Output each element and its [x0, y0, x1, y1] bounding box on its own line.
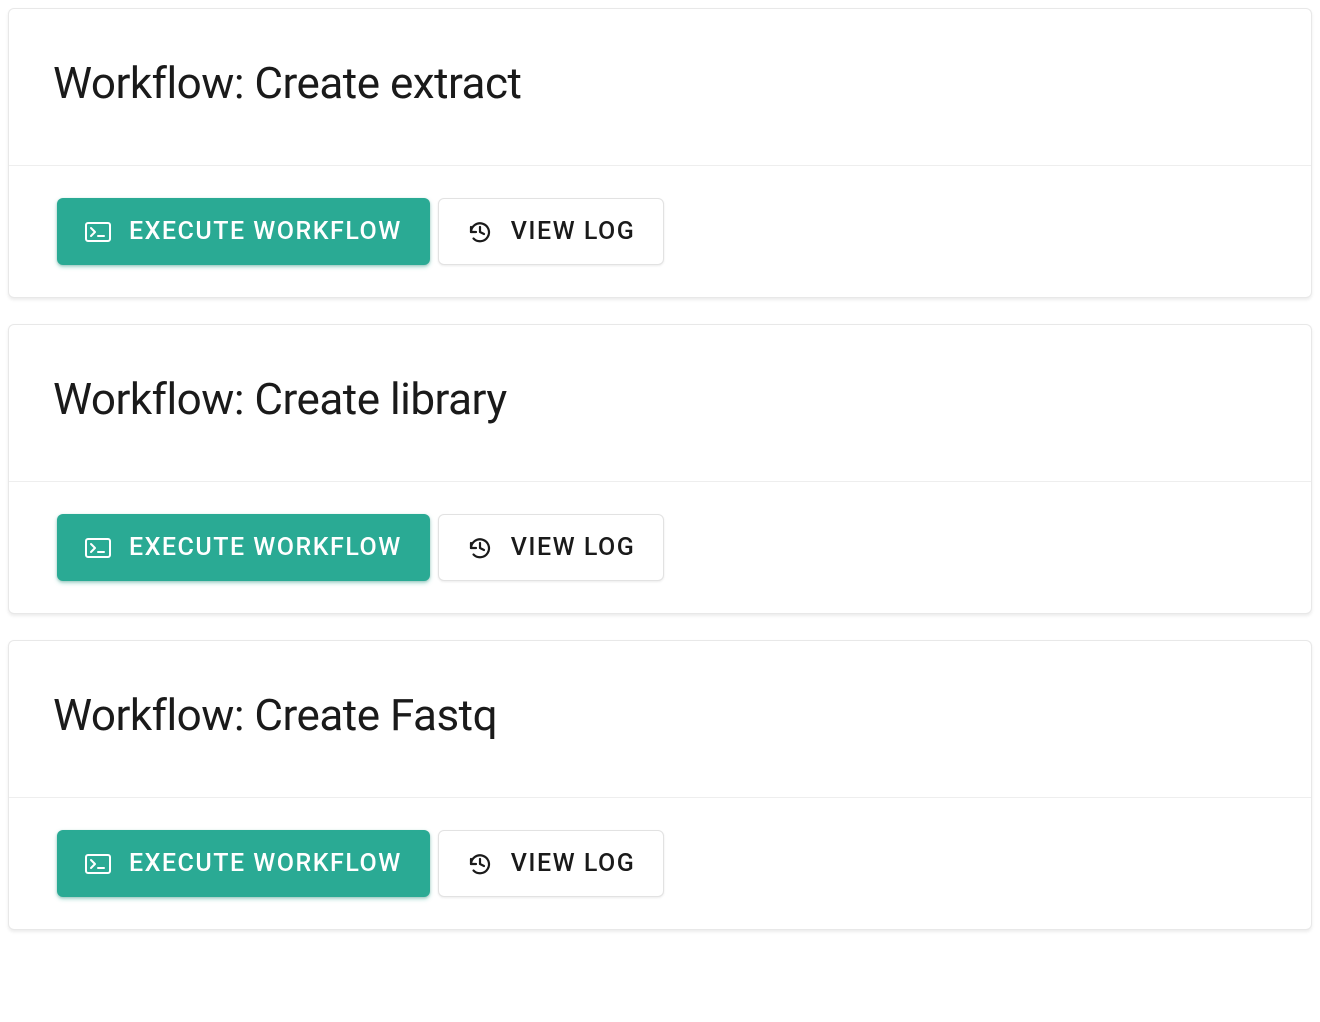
history-icon	[467, 851, 493, 877]
view-log-button[interactable]: VIEW LOG	[438, 514, 665, 581]
terminal-icon	[85, 222, 111, 242]
execute-workflow-button[interactable]: EXECUTE WORKFLOW	[57, 198, 430, 265]
view-log-label: VIEW LOG	[511, 217, 636, 246]
execute-workflow-label: EXECUTE WORKFLOW	[129, 217, 402, 246]
execute-workflow-button[interactable]: EXECUTE WORKFLOW	[57, 514, 430, 581]
workflow-title: Workflow: Create Fastq	[53, 689, 1267, 741]
execute-workflow-label: EXECUTE WORKFLOW	[129, 849, 402, 878]
card-actions: EXECUTE WORKFLOW VIEW LOG	[9, 165, 1311, 297]
workflow-title: Workflow: Create library	[53, 373, 1267, 425]
history-icon	[467, 535, 493, 561]
workflow-card: Workflow: Create extract EXECUTE WORKFLO…	[8, 8, 1312, 298]
card-header: Workflow: Create extract	[9, 9, 1311, 165]
card-header: Workflow: Create Fastq	[9, 641, 1311, 797]
card-actions: EXECUTE WORKFLOW VIEW LOG	[9, 797, 1311, 929]
view-log-label: VIEW LOG	[511, 533, 636, 562]
workflow-title: Workflow: Create extract	[53, 57, 1267, 109]
view-log-button[interactable]: VIEW LOG	[438, 198, 665, 265]
card-actions: EXECUTE WORKFLOW VIEW LOG	[9, 481, 1311, 613]
view-log-label: VIEW LOG	[511, 849, 636, 878]
card-header: Workflow: Create library	[9, 325, 1311, 481]
terminal-icon	[85, 854, 111, 874]
history-icon	[467, 219, 493, 245]
workflow-card: Workflow: Create library EXECUTE WORKFLO…	[8, 324, 1312, 614]
execute-workflow-label: EXECUTE WORKFLOW	[129, 533, 402, 562]
execute-workflow-button[interactable]: EXECUTE WORKFLOW	[57, 830, 430, 897]
view-log-button[interactable]: VIEW LOG	[438, 830, 665, 897]
workflow-card: Workflow: Create Fastq EXECUTE WORKFLOW	[8, 640, 1312, 930]
terminal-icon	[85, 538, 111, 558]
